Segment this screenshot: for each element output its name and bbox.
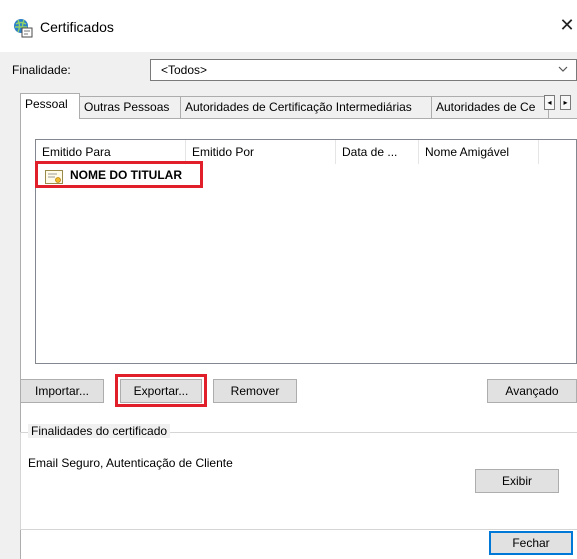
title-bar: Certificados ✕	[0, 0, 577, 52]
highlight-export-button	[115, 374, 207, 407]
purpose-select-value: <Todos>	[161, 63, 208, 77]
column-header-friendly-name[interactable]: Nome Amigável	[419, 140, 539, 164]
import-button[interactable]: Importar...	[20, 379, 104, 403]
tab-autoridades-intermediarias[interactable]: Autoridades de Certificação Intermediári…	[180, 96, 432, 118]
certificates-dialog: Certificados ✕ Finalidade: <Todos> Pesso…	[0, 0, 577, 559]
tab-strip: Pessoal Outras Pessoas Autoridades de Ce…	[20, 93, 577, 119]
tab-outras-pessoas[interactable]: Outras Pessoas	[79, 96, 181, 118]
purposes-group-title: Finalidades do certificado	[28, 424, 171, 438]
tab-scroll-left-icon[interactable]: ◂	[544, 95, 555, 110]
remove-button[interactable]: Remover	[213, 379, 297, 403]
tab-scroll-right-icon[interactable]: ▸	[560, 95, 571, 110]
tab-pessoal[interactable]: Pessoal	[20, 93, 80, 119]
certificate-globe-icon	[14, 19, 33, 38]
view-button[interactable]: Exibir	[475, 469, 559, 493]
window-title: Certificados	[40, 19, 114, 35]
advanced-button[interactable]: Avançado	[487, 379, 577, 403]
chevron-down-icon	[558, 66, 568, 72]
purpose-select[interactable]: <Todos>	[150, 59, 577, 81]
tab-autoridades-raiz[interactable]: Autoridades de Ce	[431, 96, 549, 118]
close-icon[interactable]: ✕	[557, 14, 577, 36]
close-button[interactable]: Fechar	[489, 531, 573, 555]
column-header-issued-by[interactable]: Emitido Por	[186, 140, 336, 164]
highlight-certificate-row	[35, 161, 203, 188]
column-header-expiration-date[interactable]: Data de ...	[336, 140, 419, 164]
purpose-label: Finalidade:	[12, 63, 71, 77]
purposes-text: Email Seguro, Autenticação de Cliente	[28, 456, 233, 470]
